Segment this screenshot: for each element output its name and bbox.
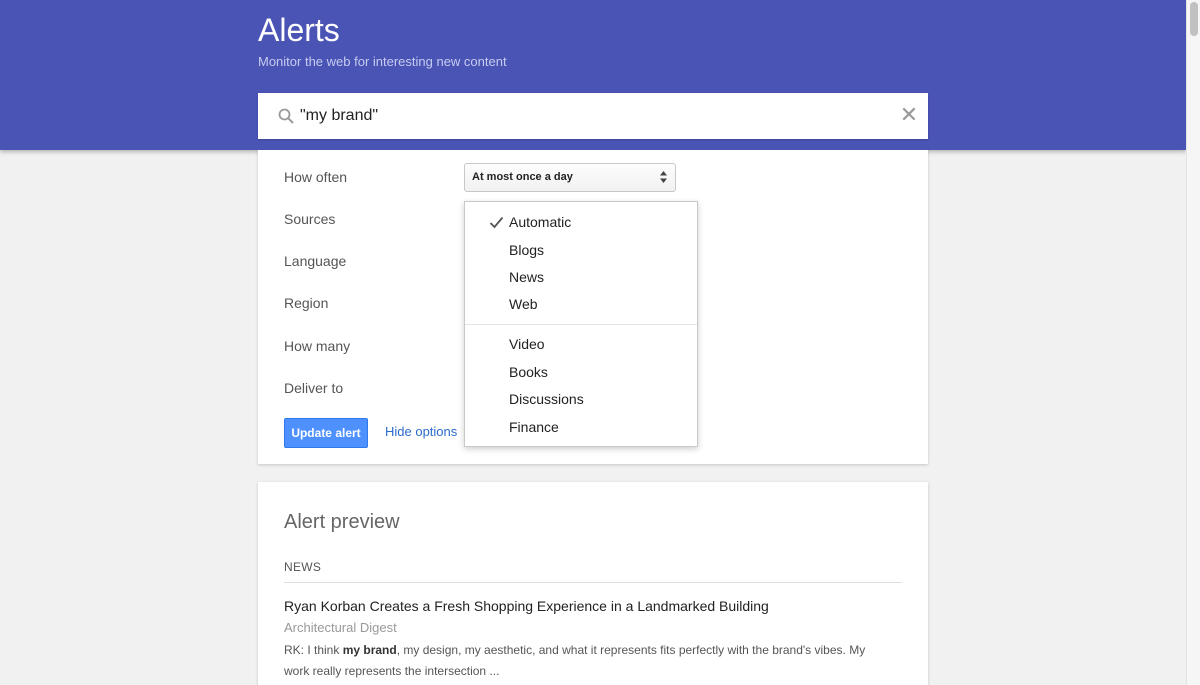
alert-preview-panel: Alert preview NEWS Ryan Korban Creates a… [258, 482, 928, 685]
how-often-select-value: At most once a day [472, 171, 573, 183]
option-label-how-many: How many [284, 338, 351, 354]
dropdown-item-blogs[interactable]: Blogs [465, 239, 697, 261]
search-icon [278, 108, 294, 124]
how-often-select[interactable]: At most once a day [464, 163, 676, 192]
dropdown-item-automatic[interactable]: Automatic [465, 211, 697, 233]
option-label-sources: Sources [284, 211, 336, 227]
snippet-highlight: my brand [342, 643, 397, 657]
option-label-how-often: How often [284, 169, 348, 185]
dropdown-item-books[interactable]: Books [465, 361, 697, 383]
sources-dropdown-menu: Automatic Blogs News Web Video Books Dis… [464, 201, 698, 447]
page-title: Alerts [258, 12, 340, 48]
page-subtitle: Monitor the web for interesting new cont… [258, 54, 507, 69]
snippet-line2: work really represents the intersection … [284, 664, 500, 678]
dropdown-divider [465, 324, 697, 325]
option-label-deliver-to: Deliver to [284, 380, 344, 396]
page-scrollbar[interactable] [1186, 0, 1200, 685]
snippet-prefix: RK: I think [284, 643, 343, 657]
section-divider [284, 582, 902, 583]
search-input[interactable] [300, 101, 890, 131]
hide-options-link[interactable]: Hide options [385, 424, 457, 439]
close-icon[interactable]: ✕ [899, 104, 919, 126]
snippet-line1-rest: , my design, my aesthetic, and what it r… [396, 643, 866, 657]
preview-title: Alert preview [284, 511, 400, 533]
article-title-link[interactable]: Ryan Korban Creates a Fresh Shopping Exp… [284, 598, 769, 614]
search-bar: ✕ [258, 93, 928, 139]
option-label-region: Region [284, 295, 329, 311]
article-source: Architectural Digest [284, 620, 397, 635]
dropdown-item-video[interactable]: Video [465, 333, 697, 355]
up-down-arrows-icon [660, 171, 667, 183]
dropdown-item-web[interactable]: Web [465, 293, 697, 315]
scrollbar-thumb[interactable] [1190, 2, 1198, 36]
option-label-language: Language [284, 253, 347, 269]
dropdown-item-discussions[interactable]: Discussions [465, 388, 697, 410]
dropdown-item-news[interactable]: News [465, 266, 697, 288]
article-snippet: RK: I think my brand, my design, my aest… [284, 640, 904, 682]
dropdown-item-finance[interactable]: Finance [465, 416, 697, 438]
update-alert-button[interactable]: Update alert [284, 418, 368, 448]
preview-section-label: NEWS [284, 560, 322, 574]
